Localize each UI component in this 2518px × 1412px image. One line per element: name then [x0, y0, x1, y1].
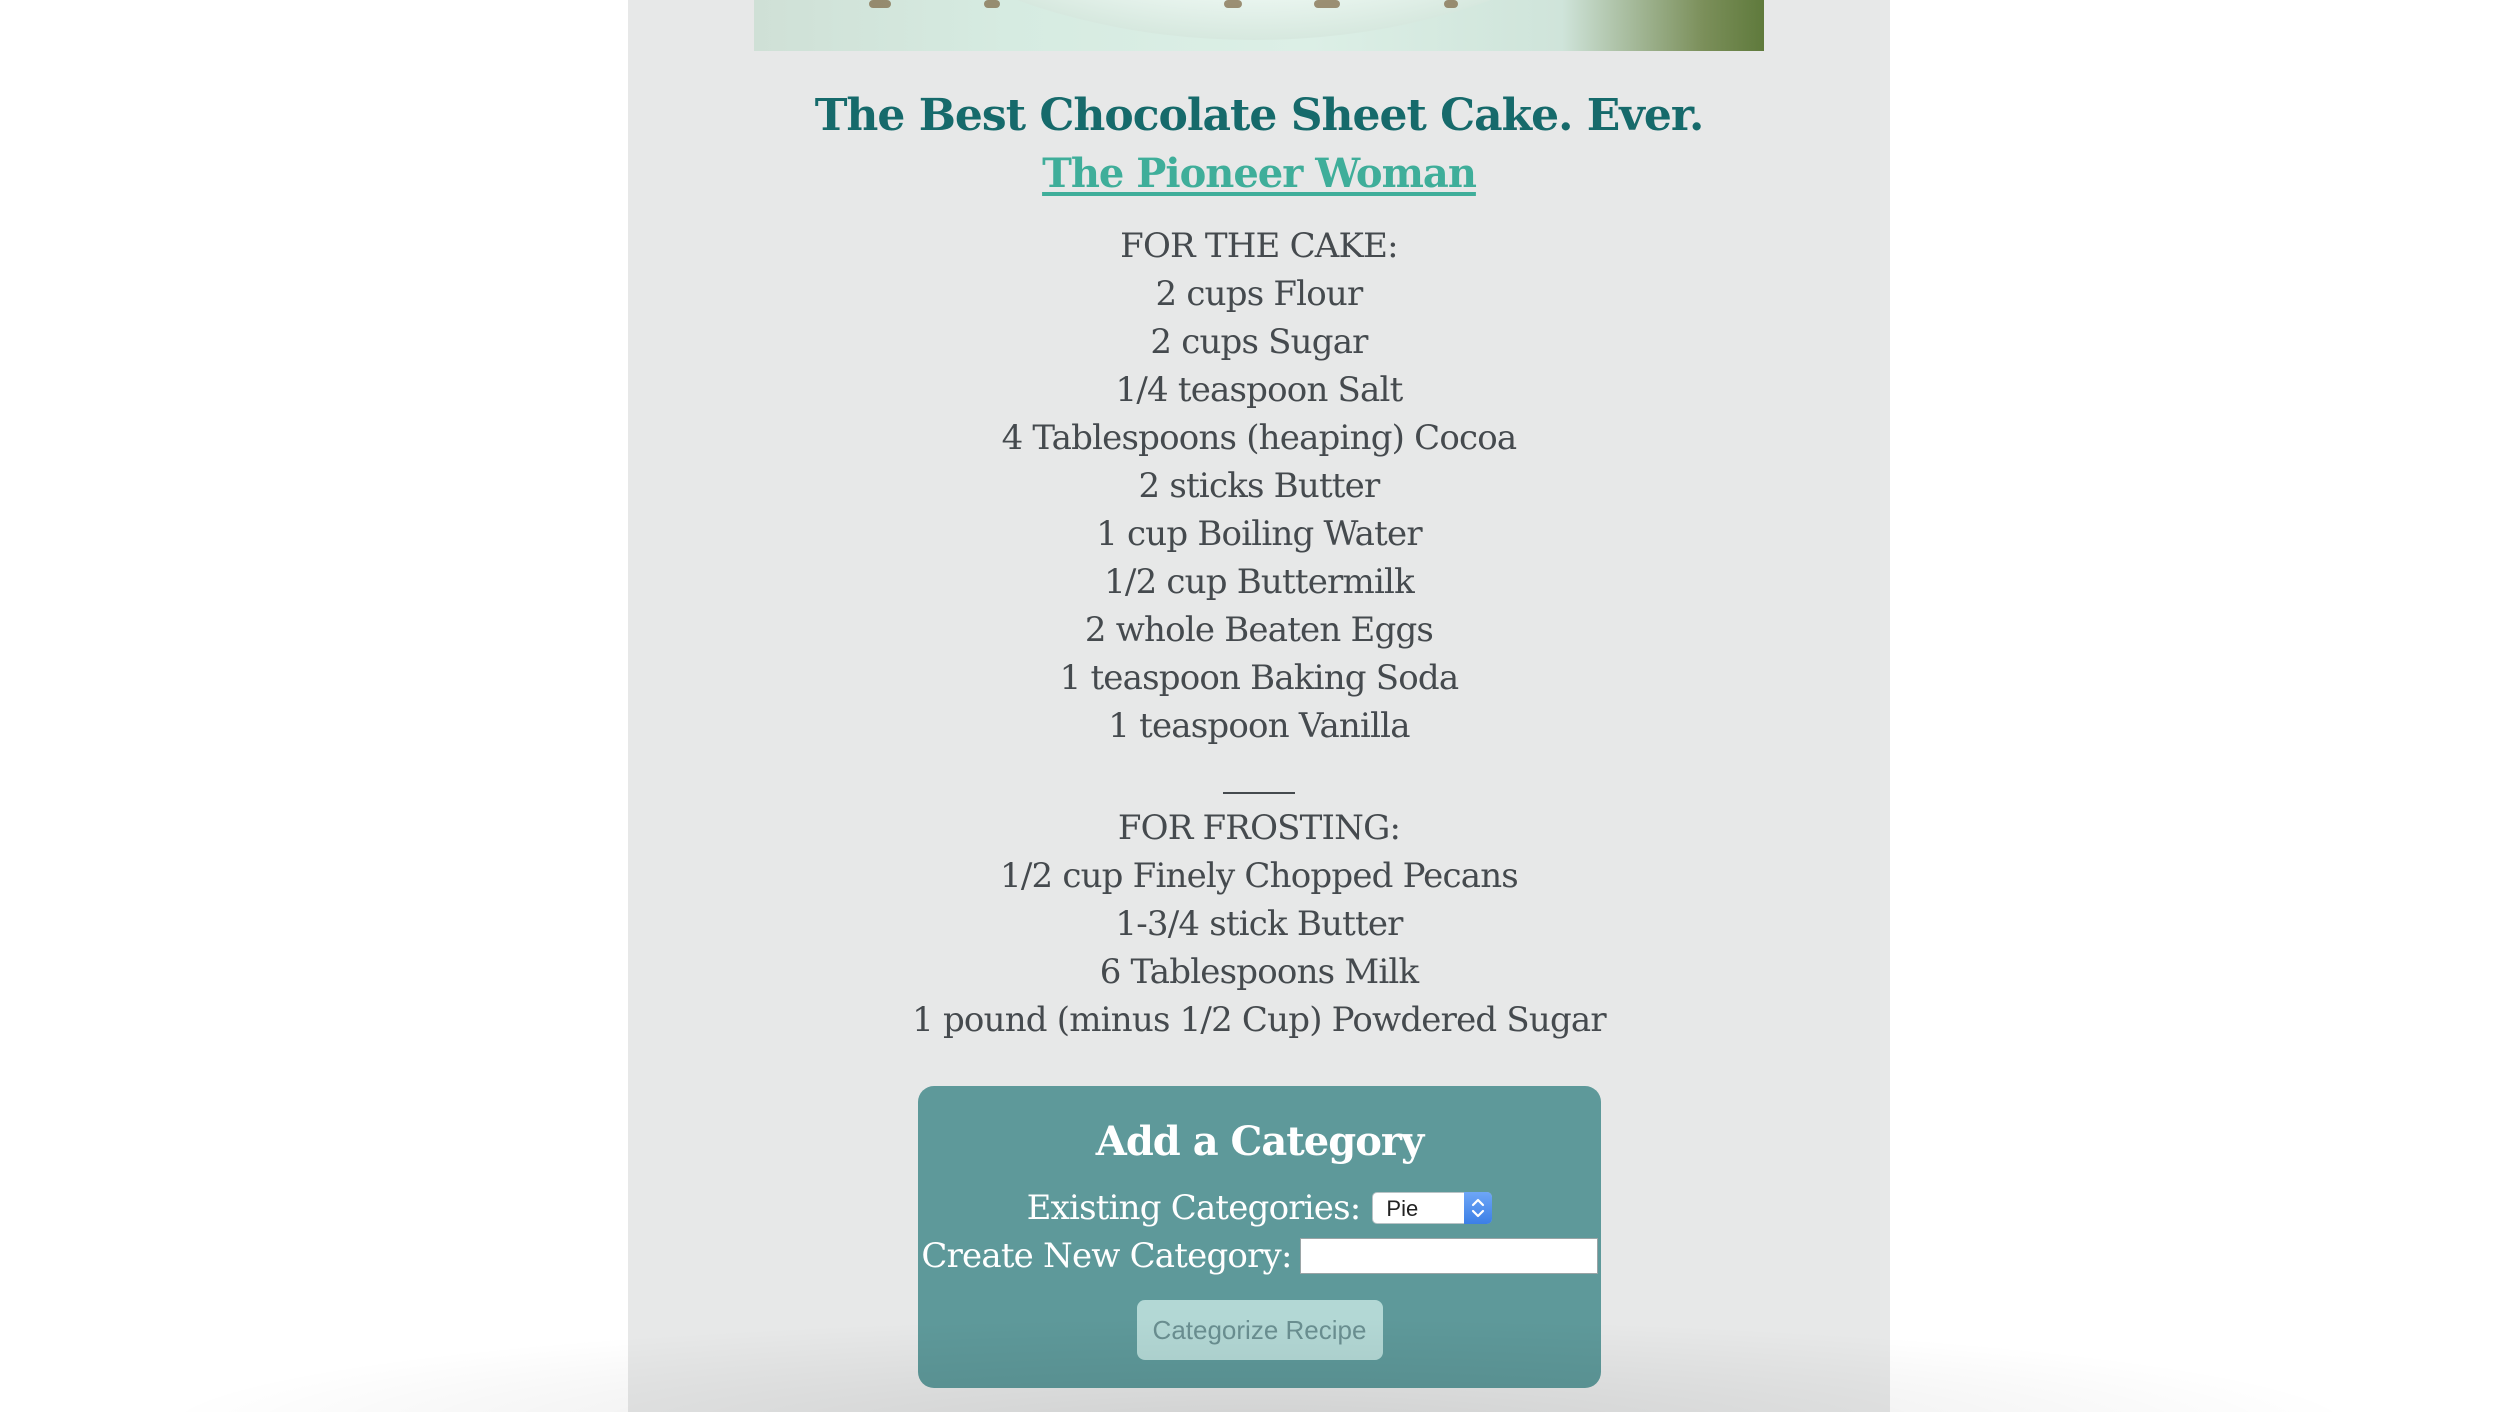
- content-column: The Best Chocolate Sheet Cake. Ever. The…: [628, 0, 1890, 1412]
- ingredient-item: 1-3/4 stick Butter: [1115, 904, 1403, 944]
- ingredient-item: 6 Tablespoons Milk: [1099, 952, 1419, 992]
- section-header-frosting: FOR FROSTING:: [1117, 808, 1401, 848]
- page: The Best Chocolate Sheet Cake. Ever. The…: [0, 0, 2518, 1412]
- recipe-source-link[interactable]: The Pioneer Woman: [1042, 150, 1477, 198]
- new-category-label: Create New Category:: [921, 1236, 1292, 1276]
- updown-chevron-icon: [1464, 1192, 1493, 1224]
- new-category-row: Create New Category:: [918, 1232, 1601, 1280]
- ingredient-item: 4 Tablespoons (heaping) Cocoa: [1001, 418, 1518, 458]
- recipe-photo: [754, 0, 1764, 51]
- ingredient-item: 2 sticks Butter: [1138, 466, 1381, 506]
- recipe-title: The Best Chocolate Sheet Cake. Ever.: [814, 90, 1705, 141]
- categorize-recipe-button[interactable]: Categorize Recipe: [1136, 1300, 1383, 1360]
- ingredient-item: 1 teaspoon Baking Soda: [1059, 658, 1460, 698]
- ingredients-list: FOR THE CAKE: 2 cups Flour 2 cups Sugar …: [628, 222, 1890, 1044]
- ingredient-item: 2 cups Sugar: [1150, 322, 1368, 362]
- ingredient-item: 1 cup Boiling Water: [1096, 514, 1422, 554]
- select-value: Pie: [1386, 1196, 1419, 1221]
- existing-categories-label: Existing Categories:: [1026, 1188, 1362, 1228]
- ingredient-item: 2 whole Beaten Eggs: [1084, 610, 1434, 650]
- section-header-cake: FOR THE CAKE:: [1120, 226, 1398, 266]
- ingredient-item: 1/4 teaspoon Salt: [1115, 370, 1404, 410]
- existing-categories-row: Existing Categories: Pie: [918, 1184, 1601, 1232]
- section-divider: [1223, 792, 1295, 794]
- recipe-card: The Best Chocolate Sheet Cake. Ever. The…: [628, 82, 1890, 1044]
- new-category-input[interactable]: [1299, 1238, 1598, 1274]
- ingredient-item: 1/2 cup Buttermilk: [1104, 562, 1415, 602]
- add-category-title: Add a Category: [1095, 1118, 1424, 1165]
- add-category-panel: Add a Category Existing Categories: Pie …: [918, 1086, 1601, 1388]
- ingredient-item: 1 teaspoon Vanilla: [1108, 706, 1410, 746]
- existing-categories-select[interactable]: Pie: [1372, 1192, 1493, 1224]
- ingredient-item: 2 cups Flour: [1155, 274, 1364, 314]
- ingredient-item: 1 pound (minus 1/2 Cup) Powdered Sugar: [912, 1000, 1607, 1040]
- ingredient-item: 1/2 cup Finely Chopped Pecans: [1000, 856, 1519, 896]
